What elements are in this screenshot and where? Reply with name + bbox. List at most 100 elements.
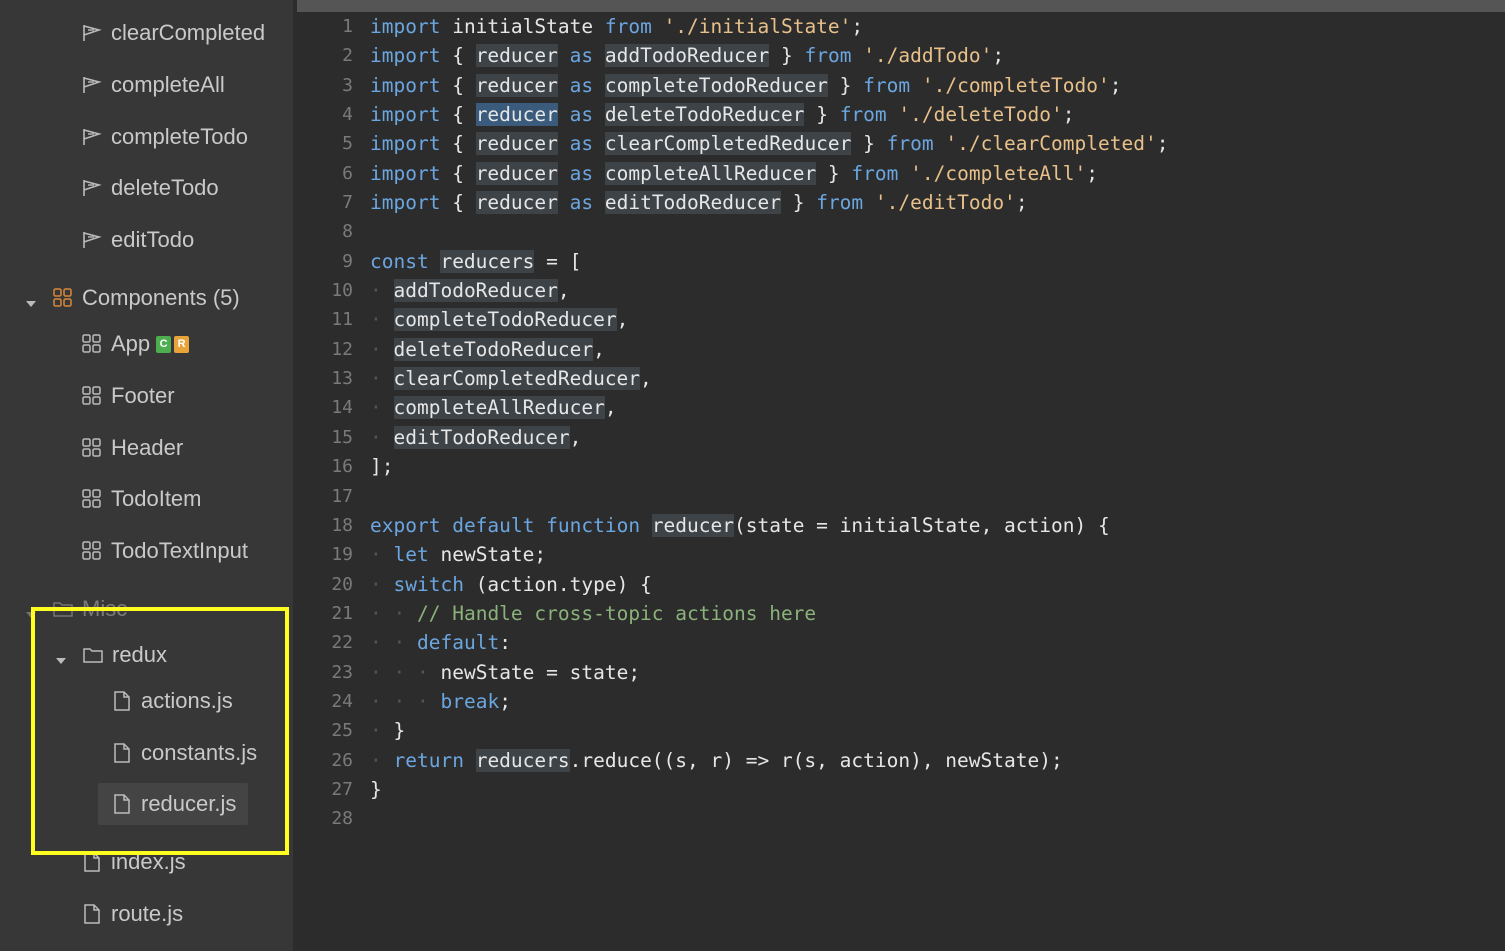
code-line[interactable]: 9 const reducers = [ bbox=[293, 247, 1505, 276]
line-number: 8 bbox=[342, 221, 353, 243]
code-line[interactable]: 28 bbox=[293, 804, 1505, 833]
line-source: const reducers = [ bbox=[370, 247, 581, 276]
code-line[interactable]: 11 · completeTodoReducer, bbox=[293, 305, 1505, 334]
code-line[interactable]: 6 import { reducer as completeAllReducer … bbox=[293, 159, 1505, 188]
line-source: import { reducer as editTodoReducer } fr… bbox=[370, 188, 1028, 217]
sidebar-item-actions-js[interactable]: actions.js bbox=[0, 681, 293, 721]
highlighted-token: reducers bbox=[440, 249, 535, 273]
code-line[interactable]: 15 · editTodoReducer, bbox=[293, 423, 1505, 452]
highlighted-token: clearCompletedReducer bbox=[604, 132, 852, 156]
code-line[interactable]: 26 · return reducers.reduce((s, r) => r(s… bbox=[293, 746, 1505, 775]
string-token: './initialState' bbox=[663, 15, 852, 38]
line-source: · let newState; bbox=[370, 540, 546, 569]
code-line[interactable]: 17 bbox=[293, 482, 1505, 511]
code-line[interactable]: 19 · let newState; bbox=[293, 540, 1505, 569]
chevron-down-icon[interactable] bbox=[24, 602, 38, 618]
code-line[interactable]: 2 import { reducer as addTodoReducer } fr… bbox=[293, 41, 1505, 70]
code-area[interactable]: 1 import initialState from './initialStat… bbox=[293, 12, 1505, 834]
highlighted-token: completeTodoReducer bbox=[604, 73, 828, 97]
sidebar-item-route-js[interactable]: route.js bbox=[0, 894, 293, 934]
redux-badge: R bbox=[174, 335, 190, 353]
sidebar-item-components-5[interactable]: Components (5) bbox=[0, 278, 293, 318]
code-editor[interactable]: 1 import initialState from './initialStat… bbox=[293, 0, 1505, 951]
code-token: · bbox=[370, 689, 382, 713]
sidebar-item-index-js[interactable]: index.js bbox=[0, 842, 293, 882]
code-line[interactable]: 5 import { reducer as clearCompletedReduc… bbox=[293, 129, 1505, 158]
keyword-token: as bbox=[569, 73, 594, 97]
code-line[interactable]: 12 · deleteTodoReducer, bbox=[293, 335, 1505, 364]
line-number: 27 bbox=[331, 778, 353, 800]
sidebar-item-clearcompleted[interactable]: clearCompleted bbox=[0, 13, 293, 53]
code-line[interactable]: 4 import { reducer as deleteTodoReducer }… bbox=[293, 100, 1505, 129]
sidebar-item-footer[interactable]: Footer bbox=[0, 376, 293, 416]
code-line[interactable]: 7 import { reducer as editTodoReducer } f… bbox=[293, 188, 1505, 217]
code-line[interactable]: 16]; bbox=[293, 452, 1505, 481]
sidebar-item-constants-js[interactable]: constants.js bbox=[0, 733, 293, 773]
keyword-token: let bbox=[393, 543, 429, 567]
line-number: 16 bbox=[331, 456, 353, 478]
code-line[interactable]: 8 bbox=[293, 217, 1505, 246]
sidebar-item-deletetodo[interactable]: deleteTodo bbox=[0, 168, 293, 208]
sidebar-item-label: deleteTodo bbox=[111, 175, 219, 200]
highlighted-token: reducer bbox=[475, 132, 558, 156]
sidebar-item-reducer-js[interactable]: reducer.js bbox=[0, 784, 293, 824]
code-token: , action) { bbox=[980, 513, 1110, 537]
code-line[interactable]: 3 import { reducer as completeTodoReducer… bbox=[293, 71, 1505, 100]
line-source: · deleteTodoReducer, bbox=[370, 335, 605, 364]
code-token: : bbox=[499, 631, 511, 655]
line-number: 5 bbox=[342, 133, 353, 155]
code-line[interactable]: 25 · } bbox=[293, 716, 1505, 745]
code-line[interactable]: 14 · completeAllReducer, bbox=[293, 393, 1505, 422]
code-line[interactable]: 22 · · default: bbox=[293, 628, 1505, 657]
code-line[interactable]: 23 · · · newState = state; bbox=[293, 658, 1505, 687]
code-line[interactable]: 27} bbox=[293, 775, 1505, 804]
chevron-down-icon[interactable] bbox=[54, 648, 68, 664]
sidebar-item-completeall[interactable]: completeAll bbox=[0, 65, 293, 105]
line-source: import { reducer as addTodoReducer } fro… bbox=[370, 41, 1004, 70]
code-line[interactable]: 1 import initialState from './initialStat… bbox=[293, 12, 1505, 41]
sidebar-item-redux[interactable]: redux bbox=[0, 635, 293, 675]
comment-token: // Handle cross-topic actions here bbox=[417, 601, 817, 625]
component-grid-icon bbox=[81, 385, 103, 407]
line-source: · completeTodoReducer, bbox=[370, 305, 628, 334]
code-line[interactable]: 24 · · · break; bbox=[293, 687, 1505, 716]
code-token: } bbox=[370, 777, 382, 801]
code-token: , bbox=[557, 279, 570, 303]
sidebar-item-todotextinput[interactable]: TodoTextInput bbox=[0, 531, 293, 571]
code-line[interactable]: 20 · switch (action.type) { bbox=[293, 570, 1505, 599]
line-source: · clearCompletedReducer, bbox=[370, 364, 652, 393]
line-source: · } bbox=[370, 716, 405, 745]
code-line[interactable]: 21 · · // Handle cross-topic actions here bbox=[293, 599, 1505, 628]
code-line[interactable]: 18 export default function reducer(state … bbox=[293, 511, 1505, 540]
sidebar-item-app[interactable]: App C R bbox=[0, 324, 293, 364]
keyword-token: default bbox=[452, 513, 535, 537]
line-number: 15 bbox=[331, 426, 353, 448]
code-token: { bbox=[440, 44, 476, 68]
line-source: import { reducer as deleteTodoReducer } … bbox=[370, 100, 1075, 129]
line-number: 28 bbox=[331, 808, 353, 830]
code-line[interactable]: 10 · addTodoReducer, bbox=[293, 276, 1505, 305]
sidebar-item-completetodo[interactable]: completeTodo bbox=[0, 117, 293, 157]
code-token: , bbox=[640, 367, 652, 391]
sidebar-item-label: Components (5) bbox=[82, 285, 240, 310]
sidebar-item-misc[interactable]: Misc bbox=[0, 589, 293, 629]
sidebar-item-edittodo[interactable]: editTodo bbox=[0, 220, 293, 260]
code-line[interactable]: 13 · clearCompletedReducer, bbox=[293, 364, 1505, 393]
chevron-down-icon[interactable] bbox=[24, 291, 38, 307]
keyword-token: from bbox=[851, 161, 899, 185]
string-token: './addTodo' bbox=[863, 44, 993, 68]
code-token: , bbox=[604, 396, 617, 420]
sidebar-item-header[interactable]: Header bbox=[0, 428, 293, 468]
code-token: initialState bbox=[839, 513, 981, 537]
sidebar-item-todoitem[interactable]: TodoItem bbox=[0, 479, 293, 519]
